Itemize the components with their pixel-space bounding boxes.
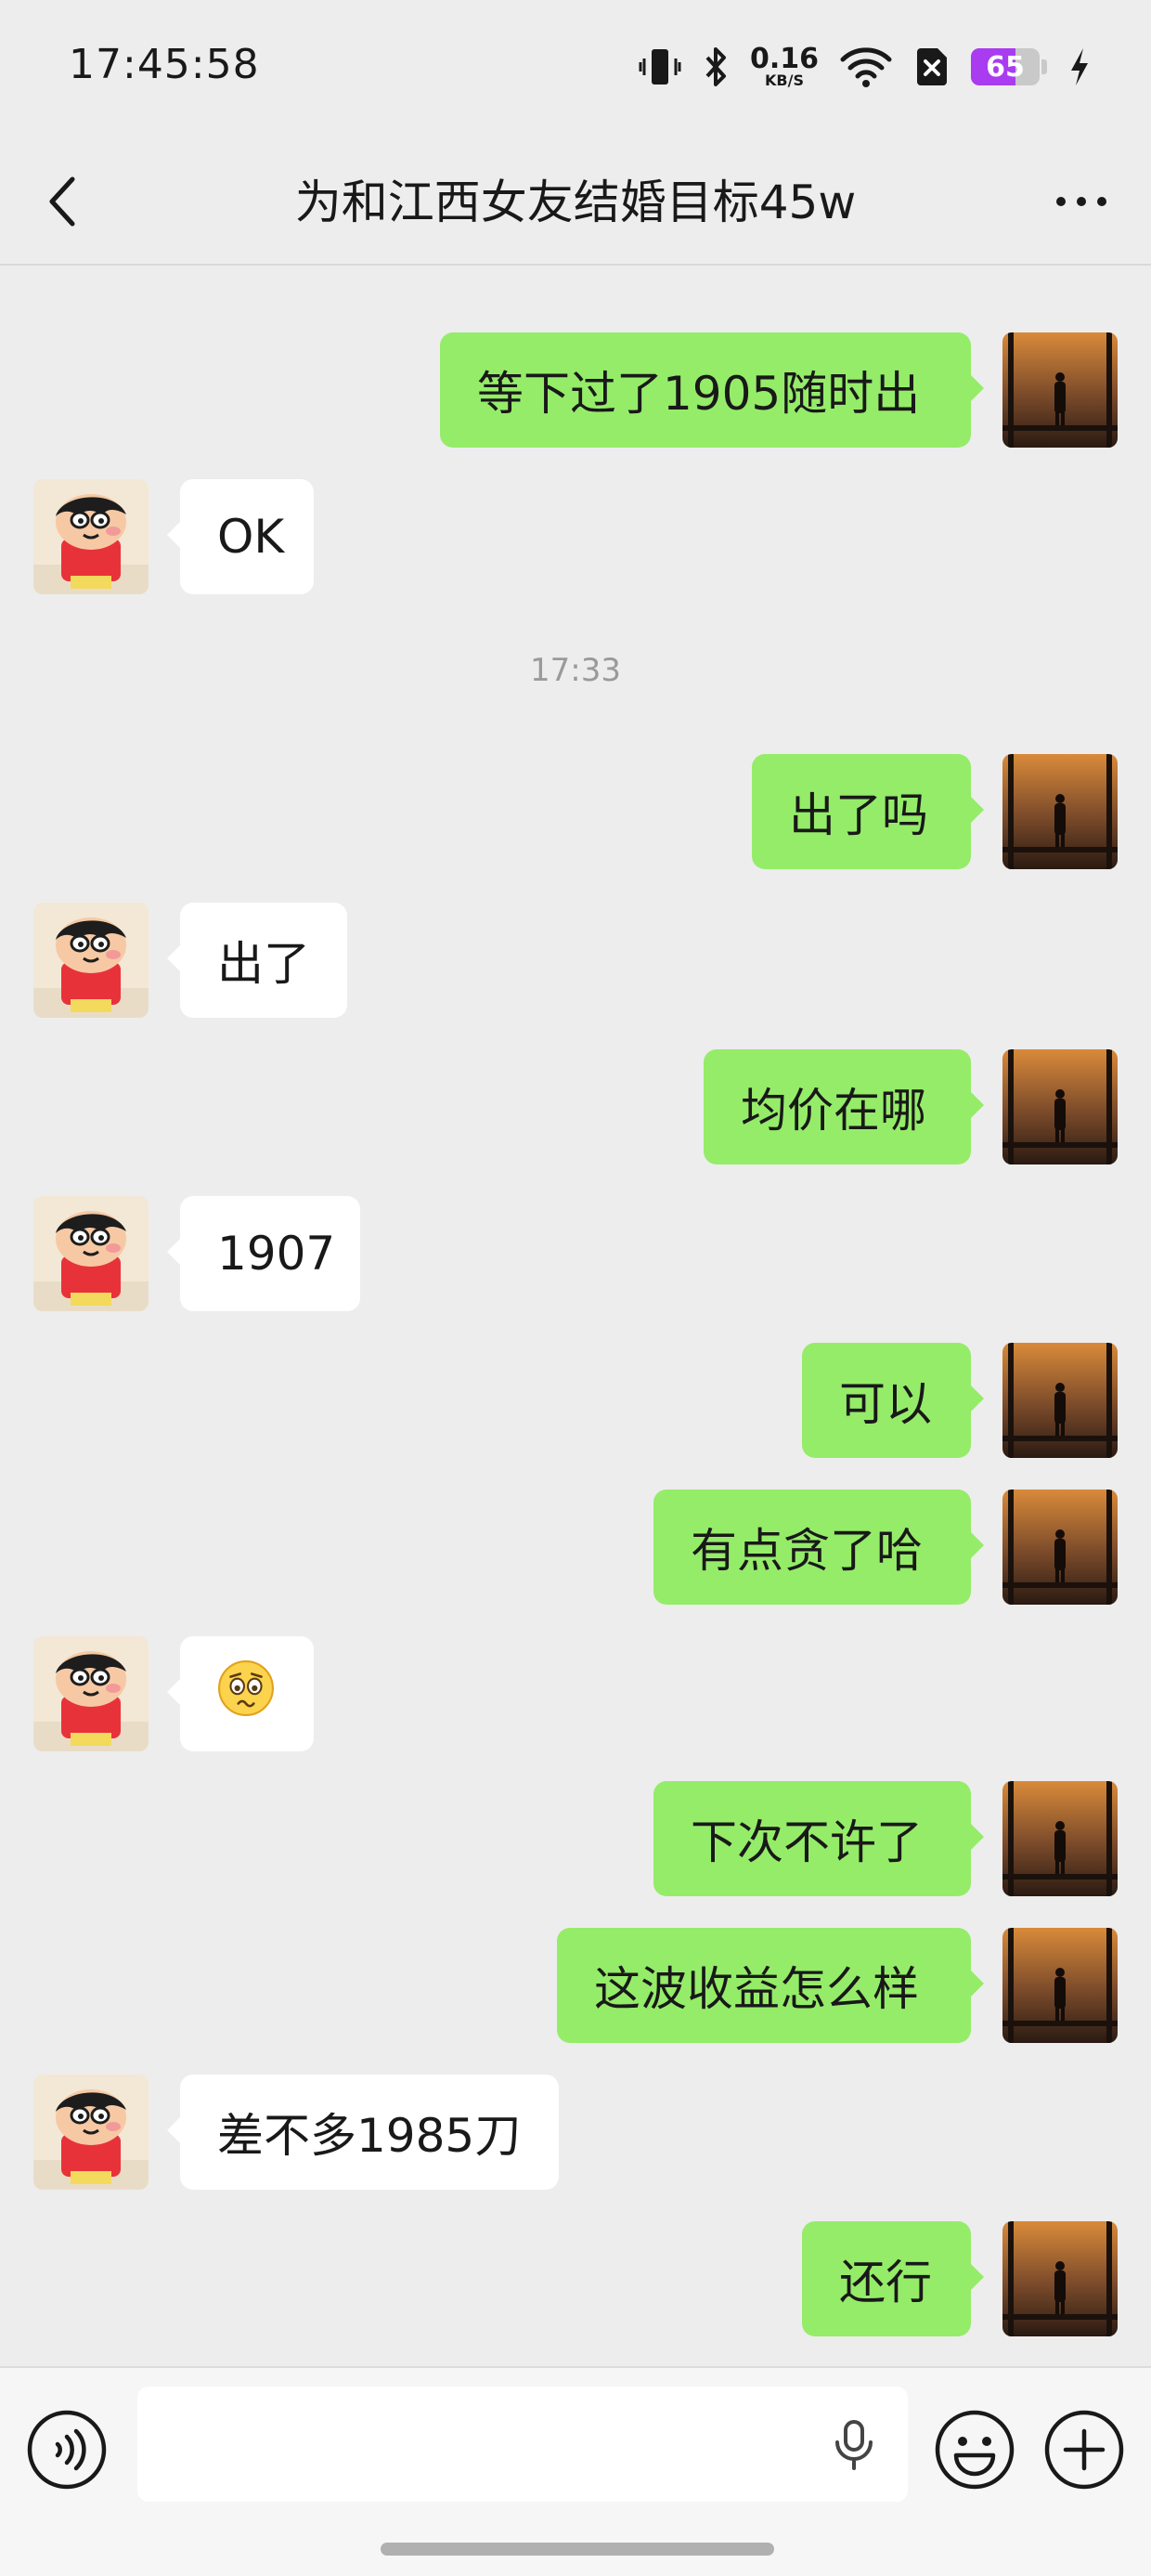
worried-face-icon xyxy=(217,1659,275,1728)
message-text: 出了吗 xyxy=(789,788,928,842)
status-icons: 0.16 KB/S 65 xyxy=(639,41,1092,93)
message-text: 差不多1985刀 xyxy=(217,2109,522,2163)
incoming-message: 出了 xyxy=(0,903,1151,1018)
net-speed: 0.16 KB/S xyxy=(750,46,819,88)
status-time: 17:45:58 xyxy=(69,41,260,88)
message-bubble[interactable]: 下次不许了 xyxy=(653,1781,984,1896)
emoji-icon[interactable] xyxy=(934,2409,1015,2491)
more-dot-icon xyxy=(1097,197,1106,206)
message-bubble[interactable]: 均价在哪 xyxy=(704,1049,984,1164)
outgoing-message: 均价在哪 xyxy=(0,1049,1151,1164)
my-avatar[interactable] xyxy=(1002,1928,1118,2043)
message-bubble[interactable]: 这波收益怎么样 xyxy=(557,1928,984,2043)
my-avatar[interactable] xyxy=(1002,2221,1118,2336)
message-text: 有点贪了哈 xyxy=(691,1524,923,1578)
home-indicator[interactable] xyxy=(381,2543,774,2556)
chat-title: 为和江西女友结婚目标45w xyxy=(294,176,857,229)
chat-header: 为和江西女友结婚目标45w xyxy=(0,139,1151,266)
voice-input-icon[interactable] xyxy=(26,2409,108,2491)
message-text: 还行 xyxy=(839,2256,932,2309)
message-bubble[interactable]: 1907 xyxy=(167,1196,360,1311)
my-avatar[interactable] xyxy=(1002,1343,1118,1458)
vibrate-icon xyxy=(639,49,681,85)
incoming-message: 1907 xyxy=(0,1196,1151,1311)
message-text: 这波收益怎么样 xyxy=(594,1962,919,2016)
battery-indicator: 65 xyxy=(971,48,1040,85)
wifi-icon xyxy=(840,47,892,87)
input-bar xyxy=(0,2366,1151,2576)
incoming-message: OK xyxy=(0,479,1151,594)
net-speed-value: 0.16 xyxy=(749,43,819,75)
message-bubble[interactable]: 还行 xyxy=(802,2221,984,2336)
contact-avatar[interactable] xyxy=(33,2075,149,2190)
outgoing-message: 这波收益怎么样 xyxy=(0,1928,1151,2043)
my-avatar[interactable] xyxy=(1002,332,1118,448)
message-text: OK xyxy=(217,510,285,564)
more-dot-icon xyxy=(1077,197,1086,206)
message-list[interactable]: 17:33 等下过了1905随时出 OK 出了吗出了均价在哪 1907 可以有点贪了哈下… xyxy=(0,266,1151,2366)
bluetooth-icon xyxy=(705,47,726,86)
more-options-button[interactable] xyxy=(1040,167,1123,236)
message-input[interactable] xyxy=(137,2387,908,2502)
more-dot-icon xyxy=(1056,197,1066,206)
message-text: 可以 xyxy=(839,1377,932,1431)
outgoing-message: 有点贪了哈 xyxy=(0,1490,1151,1605)
battery-percent: 65 xyxy=(986,50,1025,84)
message-bubble[interactable]: 出了 xyxy=(167,903,347,1018)
my-avatar[interactable] xyxy=(1002,1781,1118,1896)
plus-icon[interactable] xyxy=(1043,2409,1125,2491)
my-avatar[interactable] xyxy=(1002,1049,1118,1164)
status-bar: 17:45:58 0.16 KB/S 65 xyxy=(0,0,1151,139)
contact-avatar[interactable] xyxy=(33,1636,149,1751)
message-timestamp: 17:33 xyxy=(530,652,621,689)
message-bubble[interactable]: 可以 xyxy=(802,1343,984,1458)
message-bubble[interactable]: 等下过了1905随时出 xyxy=(440,332,984,448)
message-text: 1907 xyxy=(217,1227,336,1281)
message-text: 均价在哪 xyxy=(741,1084,926,1138)
charging-icon xyxy=(1071,48,1088,85)
message-text: 等下过了1905随时出 xyxy=(477,367,921,421)
incoming-message xyxy=(0,1636,1151,1751)
chevron-left-icon xyxy=(49,176,75,227)
microphone-icon[interactable] xyxy=(826,2416,882,2472)
message-bubble[interactable]: 差不多1985刀 xyxy=(167,2075,559,2190)
contact-avatar[interactable] xyxy=(33,1196,149,1311)
outgoing-message: 还行 xyxy=(0,2221,1151,2336)
contact-avatar[interactable] xyxy=(33,903,149,1018)
message-bubble[interactable] xyxy=(167,1636,314,1751)
outgoing-message: 下次不许了 xyxy=(0,1781,1151,1896)
contact-avatar[interactable] xyxy=(33,479,149,594)
outgoing-message: 可以 xyxy=(0,1343,1151,1458)
no-sim-icon xyxy=(917,48,947,85)
message-text: 出了 xyxy=(217,937,310,991)
message-bubble[interactable]: 有点贪了哈 xyxy=(653,1490,984,1605)
outgoing-message: 等下过了1905随时出 xyxy=(0,332,1151,448)
back-button[interactable] xyxy=(28,167,97,236)
outgoing-message: 出了吗 xyxy=(0,754,1151,869)
net-speed-unit: KB/S xyxy=(765,72,804,89)
message-text: 下次不许了 xyxy=(691,1815,923,1869)
incoming-message: 差不多1985刀 xyxy=(0,2075,1151,2190)
message-bubble[interactable]: 出了吗 xyxy=(752,754,984,869)
my-avatar[interactable] xyxy=(1002,754,1118,869)
message-bubble[interactable]: OK xyxy=(167,479,314,594)
my-avatar[interactable] xyxy=(1002,1490,1118,1605)
